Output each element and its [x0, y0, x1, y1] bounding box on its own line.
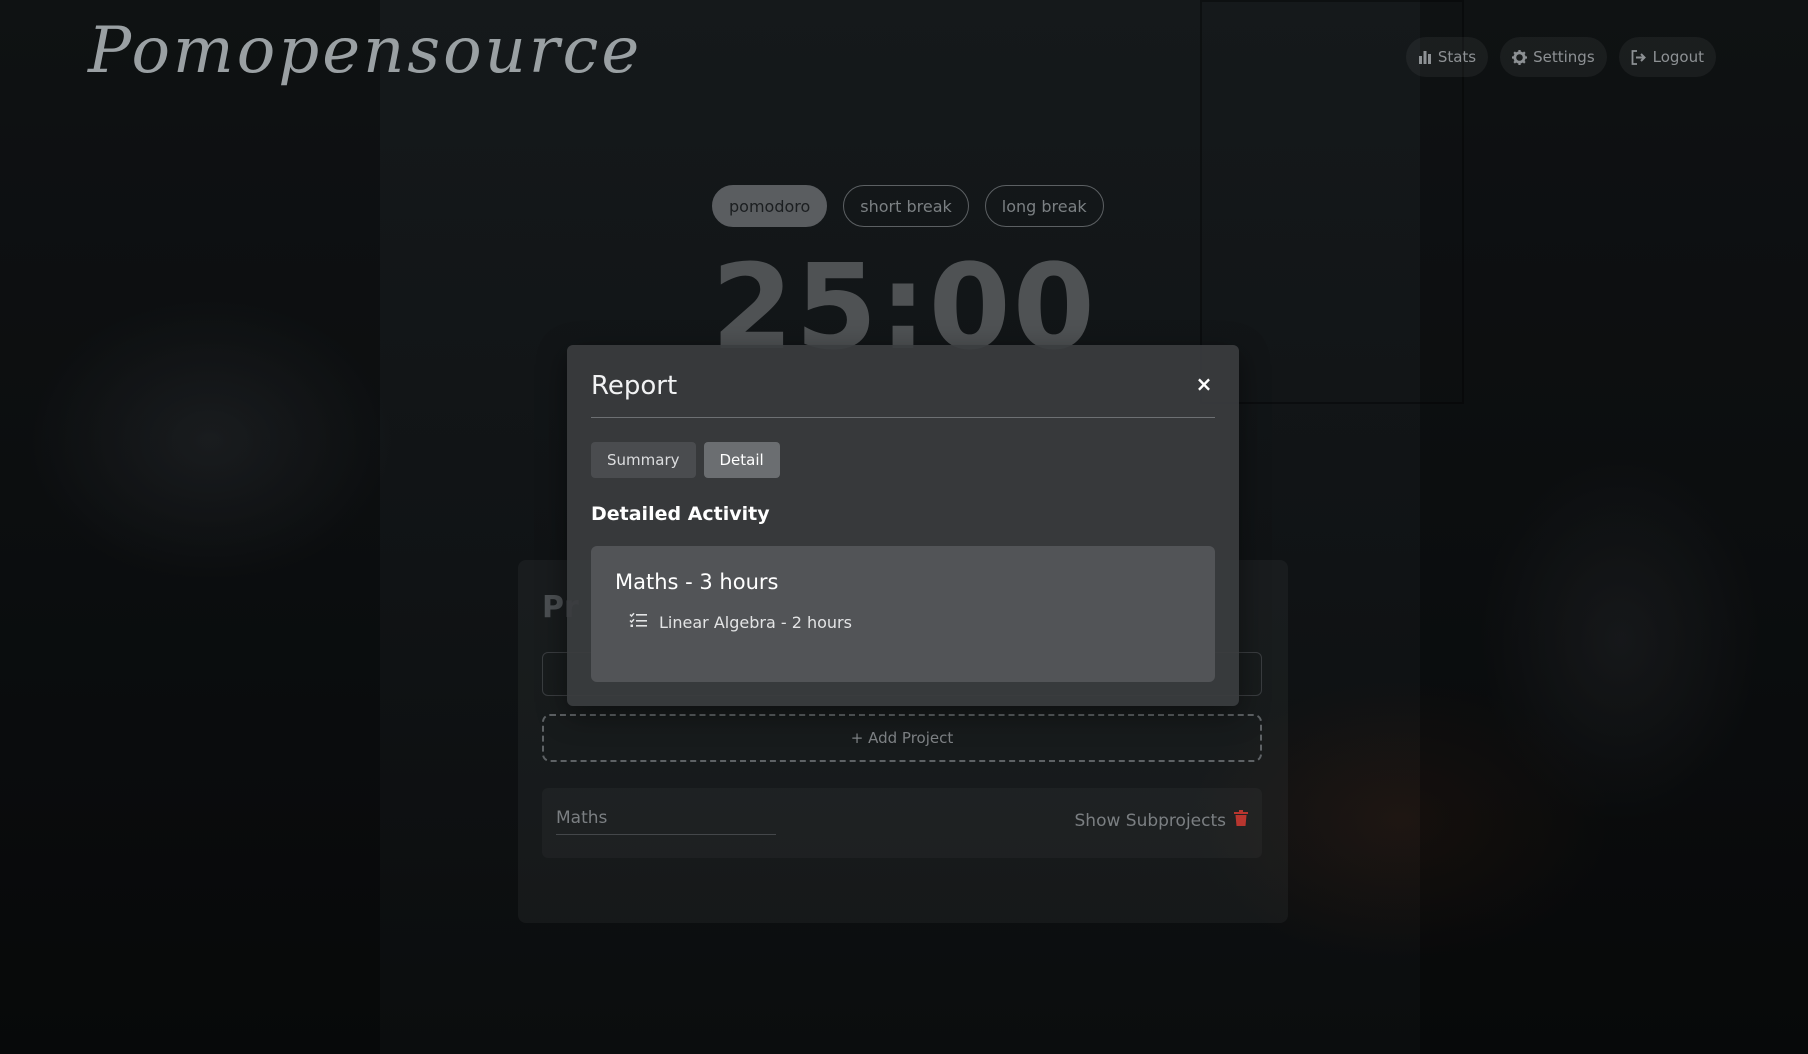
background-curtain-left [0, 0, 380, 1054]
report-modal: Report × Summary Detail Detailed Activit… [567, 345, 1239, 706]
modal-header: Report × [591, 369, 1215, 418]
trash-icon[interactable] [1234, 810, 1248, 831]
header-nav: Stats Settings Logout [1405, 37, 1716, 77]
activity-subproject: Linear Algebra - 2 hours [629, 612, 852, 632]
settings-button[interactable]: Settings [1500, 37, 1607, 77]
project-name[interactable]: Maths [556, 808, 776, 835]
stats-label: Stats [1437, 48, 1477, 66]
show-subprojects-button[interactable]: Show Subprojects [1075, 811, 1227, 831]
section-title: Detailed Activity [591, 503, 770, 525]
background-curtain-right [1420, 0, 1808, 1054]
mode-long-break[interactable]: long break [984, 185, 1104, 227]
mode-short-break[interactable]: short break [843, 185, 969, 227]
activity-subproject-label: Linear Algebra - 2 hours [659, 612, 852, 632]
timer-mode-selector: pomodoro short break long break [712, 185, 1104, 227]
add-project-button[interactable]: + Add Project [542, 714, 1262, 762]
close-button[interactable]: × [1193, 372, 1215, 396]
tab-detail[interactable]: Detail [703, 442, 780, 478]
bar-chart-icon [1418, 50, 1432, 64]
task-list-icon [629, 612, 647, 632]
project-row: Maths Show Subprojects [542, 788, 1262, 858]
tab-summary[interactable]: Summary [591, 442, 696, 478]
mode-pomodoro[interactable]: pomodoro [712, 185, 828, 227]
activity-project: Maths - 3 hours [615, 570, 779, 594]
logo-text: Pomopensource [88, 14, 643, 88]
stats-button[interactable]: Stats [1405, 37, 1489, 77]
page: Pomopensource Stats Settings Logout pomo… [0, 0, 1808, 1054]
logout-label: Logout [1652, 48, 1704, 66]
logout-button[interactable]: Logout [1618, 37, 1716, 77]
activity-card: Maths - 3 hours Linear Algebra - 2 hours [591, 546, 1215, 682]
report-tabs: Summary Detail [591, 442, 780, 478]
gear-icon [1512, 49, 1528, 65]
app-logo[interactable]: Pomopensource [88, 10, 639, 100]
modal-title: Report [591, 371, 678, 401]
show-subprojects: Show Subprojects [1075, 810, 1248, 831]
settings-label: Settings [1533, 48, 1595, 66]
logout-icon [1631, 49, 1647, 65]
